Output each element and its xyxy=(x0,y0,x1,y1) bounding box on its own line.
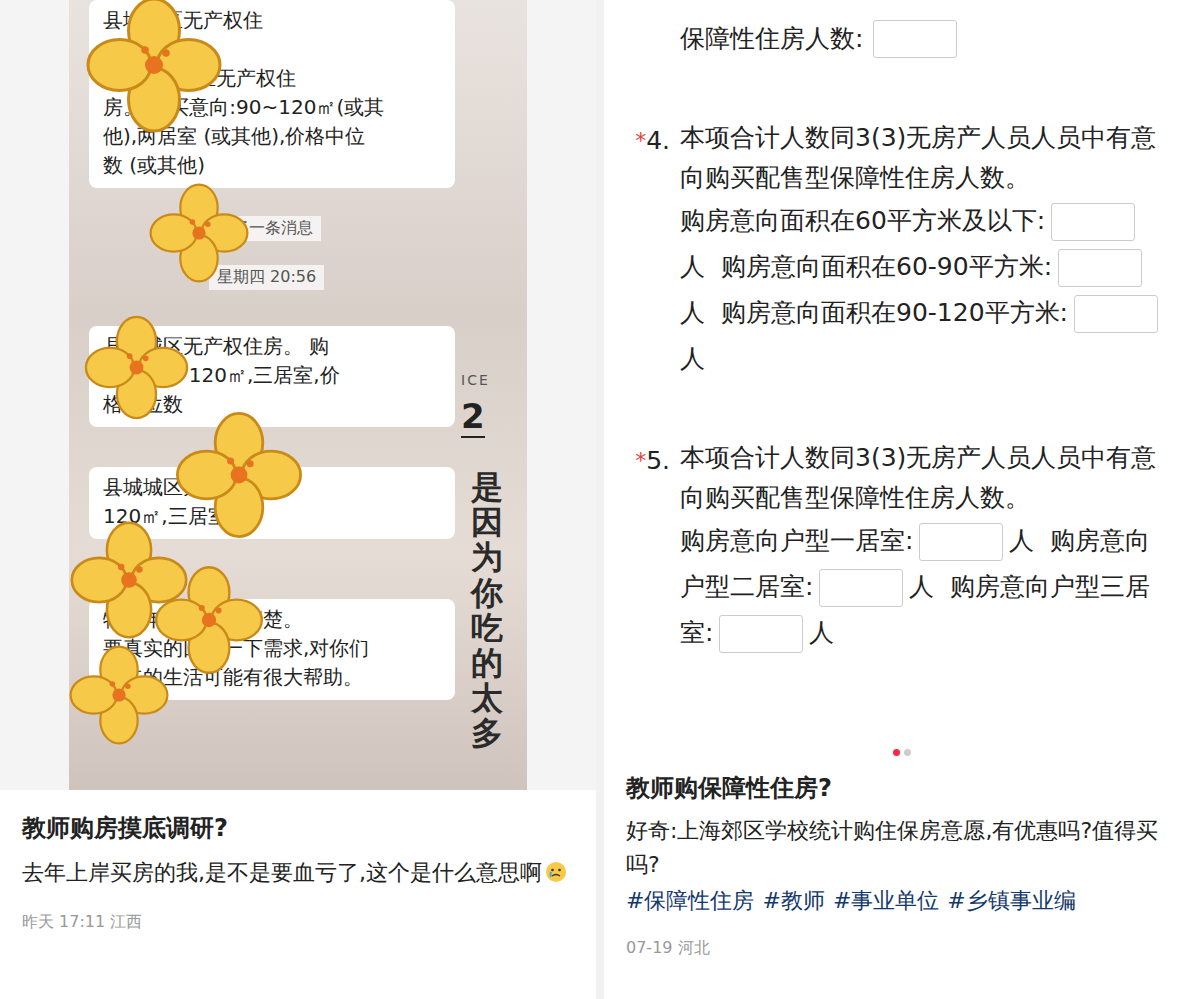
post-card[interactable]: 县城城区无产权住有需 编辑:如: 县城城区无产权住房。 购买意向:90~120㎡… xyxy=(0,0,596,999)
form-field: 保障性住房人数: xyxy=(680,16,1170,62)
form-question: * 4. 本项合计人数同3(3)无房产人员人员中有意向购买配售型保障性住房人数。… xyxy=(618,118,1170,382)
cover: 县城城区无产权住有需 编辑:如: 县城城区无产权住房。 购买意向:90~120㎡… xyxy=(0,0,596,790)
post-meta: 教师购保障性住房? 好奇:上海郊区学校统计购住保房意愿,有优惠吗?值得买吗? #… xyxy=(604,760,1200,959)
number-input[interactable] xyxy=(919,523,1003,561)
flower-icon xyxy=(144,178,254,288)
overlay-number: 2 xyxy=(461,396,485,438)
unit-label: 人 xyxy=(909,572,934,601)
unit-label: 人 xyxy=(809,618,834,647)
tag-list: #保障性住房 #教师 #事业单位 #乡镇事业编 xyxy=(626,886,1178,916)
post-meta: 教师购房摸底调研? 去年上岸买房的我,是不是要血亏了,这个是什么意思啊 昨天 1… xyxy=(0,790,596,933)
post-body: 好奇:上海郊区学校统计购住保房意愿,有优惠吗?值得买吗? xyxy=(626,814,1178,882)
flower-icon xyxy=(69,640,174,750)
number-input[interactable] xyxy=(1058,249,1142,287)
flower-icon xyxy=(79,0,229,140)
number-input[interactable] xyxy=(1074,295,1158,333)
tag[interactable]: #保障性住房 xyxy=(626,886,754,916)
flower-icon xyxy=(149,560,269,680)
question-number: 4. xyxy=(646,118,670,382)
form-question: * 5. 本项合计人数同3(3)无房产人员人员中有意向购买配售型保障性住房人数。… xyxy=(618,438,1170,656)
carousel-dot[interactable] xyxy=(893,749,900,756)
flower-icon xyxy=(79,310,194,425)
number-input[interactable] xyxy=(1051,203,1135,241)
carousel-dots xyxy=(604,749,1200,756)
number-input[interactable] xyxy=(873,20,957,58)
required-mark: * xyxy=(635,118,646,382)
question-number: 5. xyxy=(646,438,670,656)
tag[interactable]: #事业单位 xyxy=(833,886,939,916)
form-screenshot: 保障性住房人数: * 4. 本项合计人数同3(3)无房产人员人员中有意向购买配售… xyxy=(604,0,1200,760)
number-input[interactable] xyxy=(819,569,903,607)
overlay-text: 是因为你吃的太多 xyxy=(471,470,503,752)
post-footer: 昨天 17:11 江西 xyxy=(22,912,574,933)
post-title: 教师购房摸底调研? xyxy=(22,812,574,844)
unit-label: 人 xyxy=(680,344,705,373)
question-text: 本项合计人数同3(3)无房产人员人员中有意向购买配售型保障性住房人数。 xyxy=(680,438,1170,518)
unit-label: 人 xyxy=(1009,526,1034,555)
overlay-label: ICE xyxy=(461,372,490,388)
post-body: 去年上岸买房的我,是不是要血亏了,这个是什么意思啊 xyxy=(22,856,574,890)
number-input[interactable] xyxy=(719,615,803,653)
unit-label: 人 xyxy=(680,298,705,327)
required-mark: * xyxy=(635,438,646,656)
carousel-dot[interactable] xyxy=(904,749,911,756)
post-footer: 07-19 河北 xyxy=(626,938,1178,959)
feed: 县城城区无产权住有需 编辑:如: 县城城区无产权住房。 购买意向:90~120㎡… xyxy=(0,0,1200,999)
question-text: 本项合计人数同3(3)无房产人员人员中有意向购买配售型保障性住房人数。 xyxy=(680,118,1170,198)
unit-label: 人 xyxy=(680,252,705,281)
timestamp: 星期四 20:56 xyxy=(209,265,324,290)
divider xyxy=(596,0,604,999)
cover-image: 县城城区无产权住有需 编辑:如: 县城城区无产权住房。 购买意向:90~120㎡… xyxy=(69,0,527,790)
option-label: 购房意向面积在60-90平方米: xyxy=(721,252,1052,281)
flower-icon xyxy=(169,405,309,545)
tag[interactable]: #乡镇事业编 xyxy=(947,886,1075,916)
crying-face-icon xyxy=(544,860,568,884)
post-title: 教师购保障性住房? xyxy=(626,772,1178,804)
option-label: 购房意向户型一居室: xyxy=(680,526,913,555)
option-label: 购房意向面积在90-120平方米: xyxy=(721,298,1068,327)
option-label: 购房意向面积在60平方米及以下: xyxy=(680,206,1045,235)
tag[interactable]: #教师 xyxy=(762,886,824,916)
post-card[interactable]: 保障性住房人数: * 4. 本项合计人数同3(3)无房产人员人员中有意向购买配售… xyxy=(604,0,1200,999)
